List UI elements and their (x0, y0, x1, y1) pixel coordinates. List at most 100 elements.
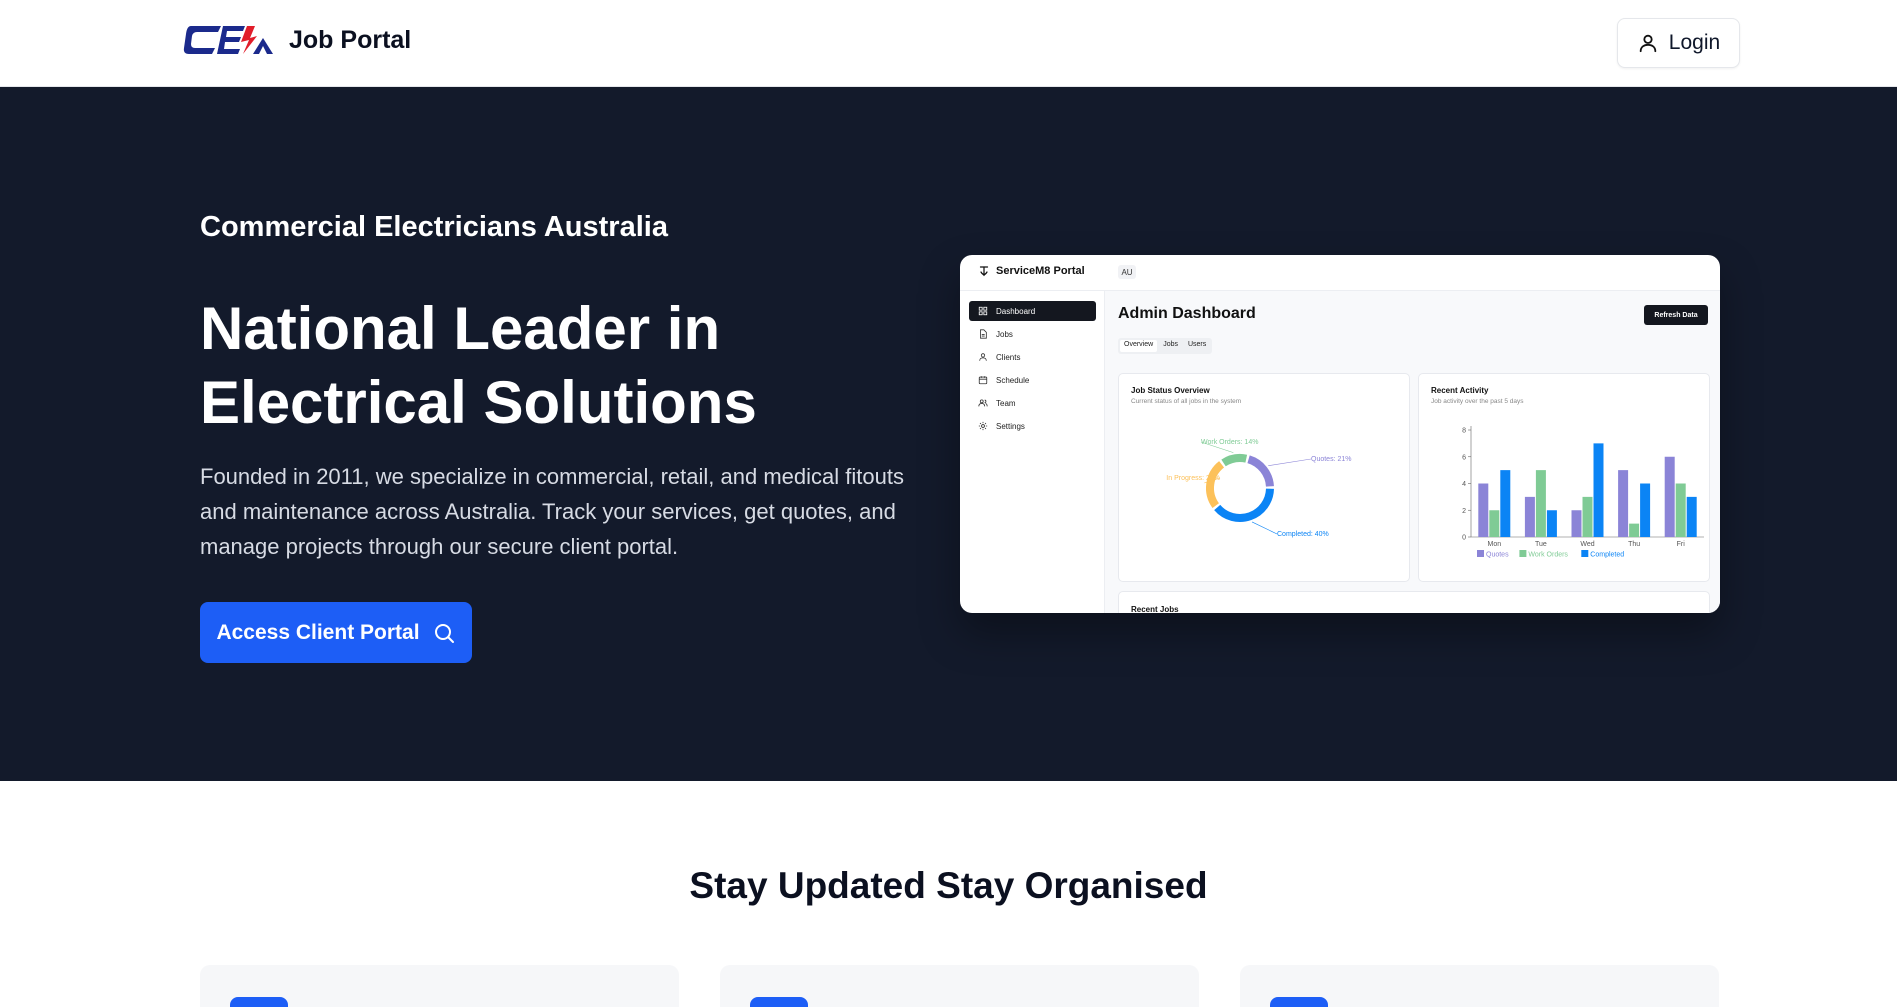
x-tick-label: Mon (1487, 541, 1501, 548)
sidebar-item-schedule[interactable]: Schedule (969, 370, 1096, 390)
tab-overview[interactable]: Overview (1120, 340, 1158, 352)
legend-label: Quotes (1486, 552, 1509, 559)
y-tick-label: 6 (1462, 454, 1466, 461)
bar-work-orders-fri (1675, 483, 1686, 537)
sidebar-item-label: Team (996, 398, 1016, 408)
sidebar-item-label: Schedule (996, 375, 1030, 385)
bar-quotes-thu (1618, 470, 1629, 537)
bar-completed-fri (1686, 496, 1697, 537)
feature-card (720, 965, 1199, 1007)
donut-slice-completed (1214, 488, 1274, 522)
job-status-card: Job Status Overview Current status of al… (1118, 373, 1410, 582)
y-tick-label: 8 (1462, 428, 1466, 435)
anchor-icon (979, 266, 989, 277)
hero-title-line-1: National Leader in (200, 295, 721, 362)
bar-work-orders-wed (1582, 496, 1593, 537)
recent-activity-bar-chart: 0 2 4 6 8 Mon Tue Wed Thu Fri Quotes Work Orders Com… (1462, 426, 1704, 559)
user-icon (1639, 34, 1657, 53)
legend-label: Completed (1590, 552, 1624, 559)
sidebar-item-dashboard[interactable]: Dashboard (969, 301, 1096, 321)
donut-leader-line (1268, 458, 1312, 467)
bar-work-orders-tue (1535, 470, 1546, 537)
calendar-icon (978, 376, 988, 385)
bar-completed-wed (1593, 443, 1604, 537)
preview-brand: ServiceM8 Portal (978, 265, 1085, 277)
brand[interactable]: Job Portal (183, 22, 411, 58)
recent-activity-card: Recent Activity Job activity over the pa… (1418, 373, 1710, 582)
bar-work-orders-mon (1489, 510, 1500, 537)
donut-slice-label: Completed: 40% (1277, 531, 1329, 538)
sidebar-item-settings[interactable]: Settings (969, 416, 1096, 436)
hero-title: National Leader in Electrical Solutions (200, 292, 820, 440)
grid-icon (978, 306, 988, 316)
bar-completed-tue (1546, 510, 1557, 537)
preview-topbar: ServiceM8 Portal AU (960, 255, 1720, 291)
feature-icon (750, 997, 808, 1007)
app-title: Job Portal (289, 25, 412, 54)
feature-icon (230, 997, 288, 1007)
search-icon (434, 623, 454, 643)
tab-jobs[interactable]: Jobs (1159, 340, 1182, 352)
hero-eyebrow: Commercial Electricians Australia (200, 211, 668, 243)
cta-label: Access Client Portal (216, 620, 420, 644)
preview-page-title: Admin Dashboard (1118, 305, 1256, 322)
job-status-donut-chart: Quotes: 21% Completed: 40% In Progress: 26… (1166, 439, 1351, 538)
hero-description: Founded in 2011, we specialize in commer… (200, 464, 904, 559)
refresh-data-button[interactable]: Refresh Data (1644, 305, 1708, 325)
bar-completed-thu (1640, 483, 1651, 537)
legend-swatch (1581, 550, 1589, 557)
company-logo (183, 26, 273, 54)
locale-badge: AU (1118, 265, 1136, 279)
gear-icon (978, 421, 988, 431)
sidebar-item-label: Clients (996, 352, 1021, 362)
tab-users[interactable]: Users (1184, 340, 1210, 352)
login-button[interactable]: Login (1617, 18, 1740, 68)
donut-slice-label: Quotes: 21% (1311, 456, 1351, 463)
donut-slice-in-progress (1206, 461, 1225, 508)
bar-quotes-tue (1524, 496, 1535, 537)
bar-quotes-wed (1571, 510, 1582, 537)
users-icon (978, 399, 988, 407)
sidebar-item-clients[interactable]: Clients (969, 347, 1096, 367)
legend-swatch (1477, 550, 1484, 557)
x-tick-label: Fri (1677, 541, 1686, 548)
donut-slice-work-orders (1221, 454, 1248, 467)
dashboard-preview: ServiceM8 Portal AU Dashboard Jobs Clien… (960, 255, 1720, 613)
x-tick-label: Thu (1628, 541, 1640, 548)
bar-quotes-mon (1478, 483, 1489, 537)
login-label: Login (1668, 31, 1721, 54)
feature-card (200, 965, 679, 1007)
sidebar-item-jobs[interactable]: Jobs (969, 324, 1096, 344)
preview-main: Admin Dashboard Refresh Data Overview Jo… (1105, 291, 1720, 613)
y-tick-label: 2 (1462, 508, 1466, 515)
donut-slice-label: In Progress: 26% (1166, 475, 1220, 482)
legend-swatch (1519, 550, 1527, 557)
top-navigation-bar: Job Portal Login (0, 0, 1897, 87)
feature-card (1240, 965, 1719, 1007)
donut-slice-label: Work Orders: 14% (1201, 439, 1258, 446)
recent-jobs-card: Recent Jobs (1118, 591, 1710, 613)
sidebar-item-label: Settings (996, 421, 1025, 431)
hero-section: Commercial Electricians Australia Nation… (0, 87, 1897, 781)
preview-sidebar: Dashboard Jobs Clients Schedule Team Set… (960, 291, 1105, 613)
card-title: Recent Jobs (1131, 605, 1179, 613)
y-tick-label: 4 (1462, 481, 1466, 488)
features-section-title: Stay Updated Stay Organised (689, 865, 1208, 906)
donut-leader-line (1251, 521, 1278, 535)
sidebar-item-team[interactable]: Team (969, 393, 1096, 413)
bar-completed-mon (1500, 470, 1511, 537)
preview-tabs: Overview Jobs Users (1118, 338, 1213, 354)
hero-title-line-2: Electrical Solutions (200, 369, 757, 436)
sidebar-item-label: Dashboard (996, 306, 1036, 316)
user-icon (979, 353, 987, 361)
file-icon (980, 329, 987, 339)
legend-label: Work Orders (1528, 552, 1568, 559)
x-tick-label: Tue (1535, 541, 1547, 548)
feature-icon (1270, 997, 1328, 1007)
bar-quotes-fri (1664, 456, 1675, 537)
access-client-portal-button[interactable]: Access Client Portal (200, 602, 472, 663)
preview-app-name: ServiceM8 Portal (996, 265, 1085, 277)
donut-slice-quotes (1247, 455, 1274, 487)
x-tick-label: Wed (1580, 541, 1594, 548)
sidebar-item-label: Jobs (996, 329, 1013, 339)
